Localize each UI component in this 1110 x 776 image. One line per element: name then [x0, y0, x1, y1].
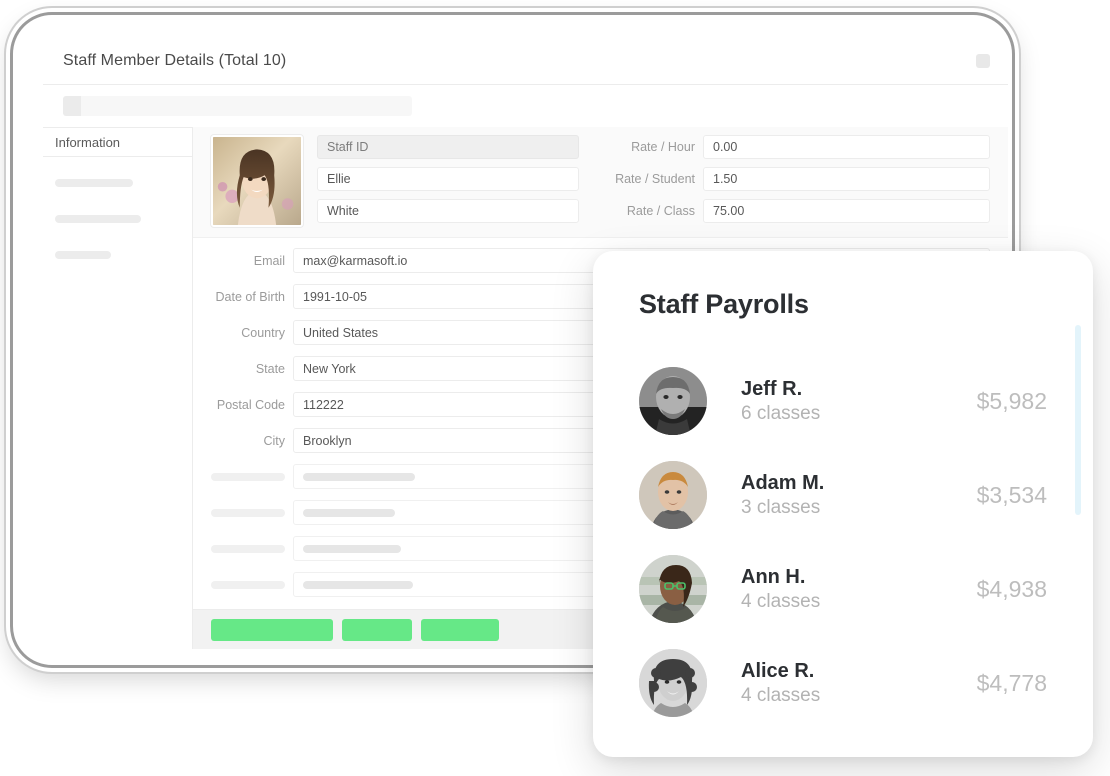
list-item[interactable]: Alice R. 4 classes $4,778 — [639, 636, 1047, 730]
skeleton-label — [211, 580, 285, 589]
avatar-adam — [639, 461, 707, 529]
rate-class-row: Rate / Class 75.00 — [599, 199, 990, 223]
payrolls-title: Staff Payrolls — [639, 289, 809, 319]
staff-payrolls-card: Staff Payrolls Jeff R. 6 classes $5,982 … — [593, 251, 1093, 757]
list-item[interactable]: Ann H. 4 classes $4,938 — [639, 542, 1047, 636]
toolbar-skeleton-segment-left — [63, 96, 81, 116]
sidebar-skeleton-item — [55, 179, 133, 187]
window-header: Staff Member Details (Total 10) — [43, 37, 1008, 85]
skeleton-value — [303, 508, 395, 517]
skeleton-label — [211, 508, 285, 517]
last-name-field[interactable]: White — [317, 199, 579, 223]
screenshot-stage: Staff Member Details (Total 10) Informat… — [0, 0, 1110, 776]
payroll-amount: $3,534 — [976, 481, 1047, 508]
list-item[interactable]: Jeff R. 6 classes $5,982 — [639, 354, 1047, 448]
sidebar-skeleton-item — [55, 251, 111, 259]
staff-classes: 4 classes — [741, 684, 821, 706]
profile-panel: Staff ID Ellie White Rate / Hour 0.00 Ra… — [193, 127, 1008, 238]
close-icon[interactable] — [976, 53, 990, 68]
skeleton-value — [303, 472, 415, 481]
avatar-alice — [639, 649, 707, 717]
toolbar-skeleton-segment-right — [81, 96, 412, 116]
sidebar-skeleton-list — [43, 157, 192, 287]
staff-classes: 6 classes — [741, 402, 821, 424]
payroll-amount: $4,778 — [976, 669, 1047, 696]
staff-name: Adam M. — [741, 471, 825, 494]
country-label: Country — [241, 325, 285, 340]
toolbar-skeleton[interactable] — [63, 96, 412, 116]
secondary-button[interactable] — [342, 618, 412, 641]
list-item-info: Ann H. 4 classes — [741, 565, 977, 614]
toolbar — [43, 85, 1008, 127]
list-item-info: Alice R. 4 classes — [741, 659, 977, 708]
staff-classes: 3 classes — [741, 496, 821, 518]
profile-fields: Staff ID Ellie White Rate / Hour 0.00 Ra… — [317, 135, 990, 227]
email-label: Email — [253, 253, 285, 268]
card-scrollbar[interactable] — [1075, 325, 1081, 515]
save-button[interactable] — [211, 618, 333, 641]
payroll-amount: $4,938 — [976, 575, 1047, 602]
sidebar: Information — [43, 127, 193, 649]
dob-label: Date of Birth — [215, 289, 285, 304]
tab-information-label: Information — [55, 134, 121, 150]
skeleton-label — [211, 544, 285, 553]
staff-name: Ann H. — [741, 565, 806, 588]
payroll-amount: $5,982 — [976, 387, 1047, 414]
payrolls-list: Jeff R. 6 classes $5,982 Adam M. 3 class… — [639, 354, 1047, 730]
state-label: State — [255, 361, 285, 376]
staff-classes: 4 classes — [741, 590, 821, 612]
skeleton-label — [211, 472, 285, 481]
rate-student-field[interactable]: 1.50 — [703, 167, 990, 191]
staff-id-field[interactable]: Staff ID — [317, 135, 579, 159]
staff-name: Jeff R. — [741, 377, 803, 400]
profile-rates-column: Rate / Hour 0.00 Rate / Student 1.50 Rat… — [599, 135, 990, 227]
list-item[interactable]: Adam M. 3 classes $3,534 — [639, 448, 1047, 542]
rate-class-field[interactable]: 75.00 — [703, 199, 990, 223]
tab-information[interactable]: Information — [43, 127, 192, 157]
rate-class-label: Rate / Class — [626, 204, 695, 218]
rate-hour-row: Rate / Hour 0.00 — [599, 135, 990, 159]
sidebar-skeleton-item — [55, 215, 141, 223]
profile-identity-column: Staff ID Ellie White — [317, 135, 579, 227]
avatar-ann — [639, 555, 707, 623]
rate-student-row: Rate / Student 1.50 — [599, 167, 990, 191]
avatar-jeff — [639, 367, 707, 435]
tertiary-button[interactable] — [421, 618, 499, 641]
page-title: Staff Member Details (Total 10) — [63, 51, 287, 69]
first-name-field[interactable]: Ellie — [317, 167, 579, 191]
rate-hour-field[interactable]: 0.00 — [703, 135, 990, 159]
postal-code-label: Postal Code — [216, 397, 285, 412]
rate-student-label: Rate / Student — [615, 172, 695, 186]
avatar — [211, 135, 303, 227]
list-item-info: Jeff R. 6 classes — [741, 377, 977, 426]
rate-hour-label: Rate / Hour — [631, 140, 695, 154]
city-label: City — [263, 433, 285, 448]
staff-name: Alice R. — [741, 659, 815, 682]
skeleton-value — [303, 580, 413, 589]
list-item-info: Adam M. 3 classes — [741, 471, 977, 520]
skeleton-value — [303, 544, 401, 553]
